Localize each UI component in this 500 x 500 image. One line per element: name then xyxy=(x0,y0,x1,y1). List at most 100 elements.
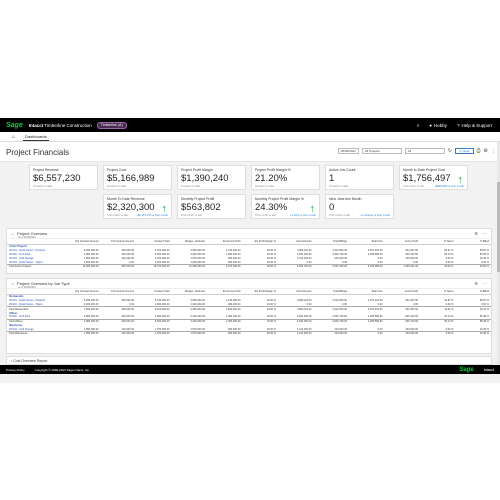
kpi-label: Month to Date Project Cost xyxy=(403,168,446,172)
kpi-value: $2,320,300 xyxy=(107,202,155,213)
table-cell: 1,390,241.00 xyxy=(384,263,420,269)
arrow-up-icon: ↑ xyxy=(161,203,168,215)
footer: Privacy Policy Copyright © 1999-2023 Sag… xyxy=(0,365,500,374)
panel-header[interactable]: ⌵ Project Overview as of 05/08/2022 ⚙ ⋯ xyxy=(7,229,491,239)
table-cell: 394,000.00 xyxy=(207,330,243,336)
kpi-value: $563,802 xyxy=(181,202,221,213)
status-filter[interactable]: All xyxy=(404,148,445,154)
kpi-card[interactable]: Project Profit Margin % 21.20% Inception t… xyxy=(251,165,320,190)
project-filter[interactable]: All Projects xyxy=(361,148,402,154)
kpi-card[interactable]: New Jobs this Month 0 This month vs last no… xyxy=(325,194,394,219)
kpi-card[interactable]: Project Profit Margin $1,390,240 Inception… xyxy=(177,165,246,190)
table-cell: 20.00 % xyxy=(242,330,278,336)
chevron-down-icon[interactable]: ⌵ xyxy=(11,231,14,236)
kpi-sublabel: Inception to date xyxy=(107,185,127,188)
help-menu[interactable]: ? Help & Support xyxy=(457,123,492,128)
gear-icon[interactable]: ⚙ xyxy=(474,281,478,286)
job-type-table: Org Contract Amount CO Contract Amount Con… xyxy=(7,289,491,336)
kpi-card[interactable]: Project Cost $5,166,989 Inception to date xyxy=(103,165,172,190)
gear-icon[interactable]: ⚙ xyxy=(474,231,478,236)
table-cell: 14,480,000.00 xyxy=(65,263,101,269)
kpi-sublabel: Inception to date xyxy=(181,185,201,188)
copyright: Copyright © 1999-2023 Sage Intacct, Inc. xyxy=(34,367,90,372)
kpi-sublabel: Inception to date xyxy=(329,185,349,188)
gear-icon[interactable]: ⚙ xyxy=(484,148,488,154)
privacy-link[interactable]: Privacy Policy xyxy=(6,368,25,372)
kpi-card[interactable]: Monthly Project Profit $563,802 This month… xyxy=(177,194,246,219)
table-row: Total Warehouse 1,850,000.00 120,000.00 1,9… xyxy=(7,330,491,336)
print-icon[interactable]: ⎙ xyxy=(477,148,481,154)
table-cell: Total Warehouse xyxy=(7,330,65,336)
home-icon[interactable]: ⌂ xyxy=(12,134,15,140)
table-cell: 120,000.00 xyxy=(100,330,136,336)
refresh-icon[interactable]: ↻ xyxy=(448,148,452,154)
app-name: Intacct Timberline Construction xyxy=(28,122,92,128)
cost-overview-panel[interactable]: › Cost Overview Report xyxy=(6,356,492,365)
kpi-value: 24.30% xyxy=(255,202,288,213)
table-cell: 0.00 xyxy=(349,330,385,336)
arrow-up-icon: ↑ xyxy=(309,203,316,215)
tab-dashboards[interactable]: Dashboards xyxy=(23,133,49,141)
kpi-label: Project Cost xyxy=(107,168,127,172)
date-filter[interactable]: 05/08/2022 xyxy=(337,148,359,154)
table-cell: 1,576,000.00 xyxy=(171,330,207,336)
table-cell: 1,850,000.00 xyxy=(65,330,101,336)
table-cell: 6,557,230.00 xyxy=(313,263,349,269)
footer-brand: Intacct xyxy=(483,367,494,372)
kpi-value: 0 xyxy=(329,202,335,213)
kpi-value: $1,756,497 xyxy=(403,173,451,184)
arrow-up-icon: ↑ xyxy=(457,174,464,186)
app-window: Sage Intacct Timberline Construction Tim… xyxy=(0,118,500,383)
kpi-label: New Jobs this Month xyxy=(329,197,362,201)
kpi-label: Active Job Count xyxy=(329,168,356,172)
close-icon: ✕ xyxy=(458,149,462,153)
job-type-panel: ⌵ Project Overview by Job Type as of 05/… xyxy=(6,278,492,354)
user-icon: ● xyxy=(429,122,432,128)
kpi-card[interactable]: Month To Date Revenue $2,320,300 This mont… xyxy=(103,194,172,219)
kpi-label: Month To Date Revenue xyxy=(107,197,145,201)
more-icon[interactable]: ⋯ xyxy=(483,281,487,286)
kpi-sublabel: This month vs last xyxy=(181,214,202,217)
kpi-note: no change vs prior month xyxy=(360,214,390,217)
sub-navigation: ⌂ Dashboards xyxy=(0,132,500,142)
chevron-down-icon[interactable]: ⌵ xyxy=(11,281,14,286)
table-cell: 15,370,000.00 xyxy=(136,263,172,269)
panel-header[interactable]: ⌵ Project Overview by Job Type as of 05/… xyxy=(7,279,491,289)
kpi-card[interactable]: Active Job Count 1 Inception to date xyxy=(325,165,394,190)
sage-logo: Sage xyxy=(6,121,23,129)
kpi-sublabel: Inception to date xyxy=(255,185,275,188)
table-cell: 890,000.00 xyxy=(100,263,136,269)
table-cell: 42.66 % xyxy=(455,263,491,269)
page-title: Project Financials xyxy=(6,148,70,157)
kpi-card[interactable]: Monthly Project Profit Margin % 24.30% Thi… xyxy=(251,194,320,219)
kpi-value: 21.20% xyxy=(255,173,288,184)
kpi-value: $5,166,989 xyxy=(107,173,155,184)
user-menu[interactable]: ● Hobby xyxy=(429,123,447,128)
kpi-label: Monthly Project Profit xyxy=(181,197,215,201)
table-cell: 3,074,000.00 xyxy=(207,263,243,269)
table-cell: 10.36 % xyxy=(455,330,491,336)
table-cell: 5,166,989.00 xyxy=(349,263,385,269)
chevron-right-icon[interactable]: › xyxy=(11,359,12,363)
table-cell: 1,970,000.00 xyxy=(136,330,172,336)
kpi-card[interactable]: Month to Date Project Cost $1,756,497 This… xyxy=(399,165,468,190)
help-icon: ? xyxy=(456,122,460,128)
footer-logo: Sage xyxy=(459,366,474,373)
table-cell: 12,296,000.00 xyxy=(171,263,207,269)
project-overview-panel: ⌵ Project Overview as of 05/08/2022 ⚙ ⋯ O… xyxy=(6,228,492,274)
kpi-value: $1,390,240 xyxy=(181,173,229,184)
company-switcher[interactable]: Timberline (A) xyxy=(96,121,127,129)
table-cell: 1,212,400.00 xyxy=(278,330,314,336)
search-icon[interactable]: ⌕ xyxy=(417,123,420,128)
clear-button[interactable]: ✕ Clear xyxy=(454,148,474,154)
table-cell: 204,000.00 xyxy=(313,330,349,336)
kpi-sublabel: Inception to date xyxy=(33,185,53,188)
more-icon[interactable]: ⋮ xyxy=(491,148,496,154)
kpi-card[interactable]: Project Revenue $6,557,230 Inception to da… xyxy=(29,165,98,190)
table-row: Total Active Projects 14,480,000.00 890,00… xyxy=(7,263,491,269)
more-icon[interactable]: ⋯ xyxy=(483,231,487,236)
kpi-value: 1 xyxy=(329,173,335,184)
top-bar: Sage Intacct Timberline Construction Tim… xyxy=(0,118,500,132)
table-cell: 20.00 % xyxy=(242,263,278,269)
page-header: Project Financials 05/08/2022 All Projec… xyxy=(0,142,500,162)
